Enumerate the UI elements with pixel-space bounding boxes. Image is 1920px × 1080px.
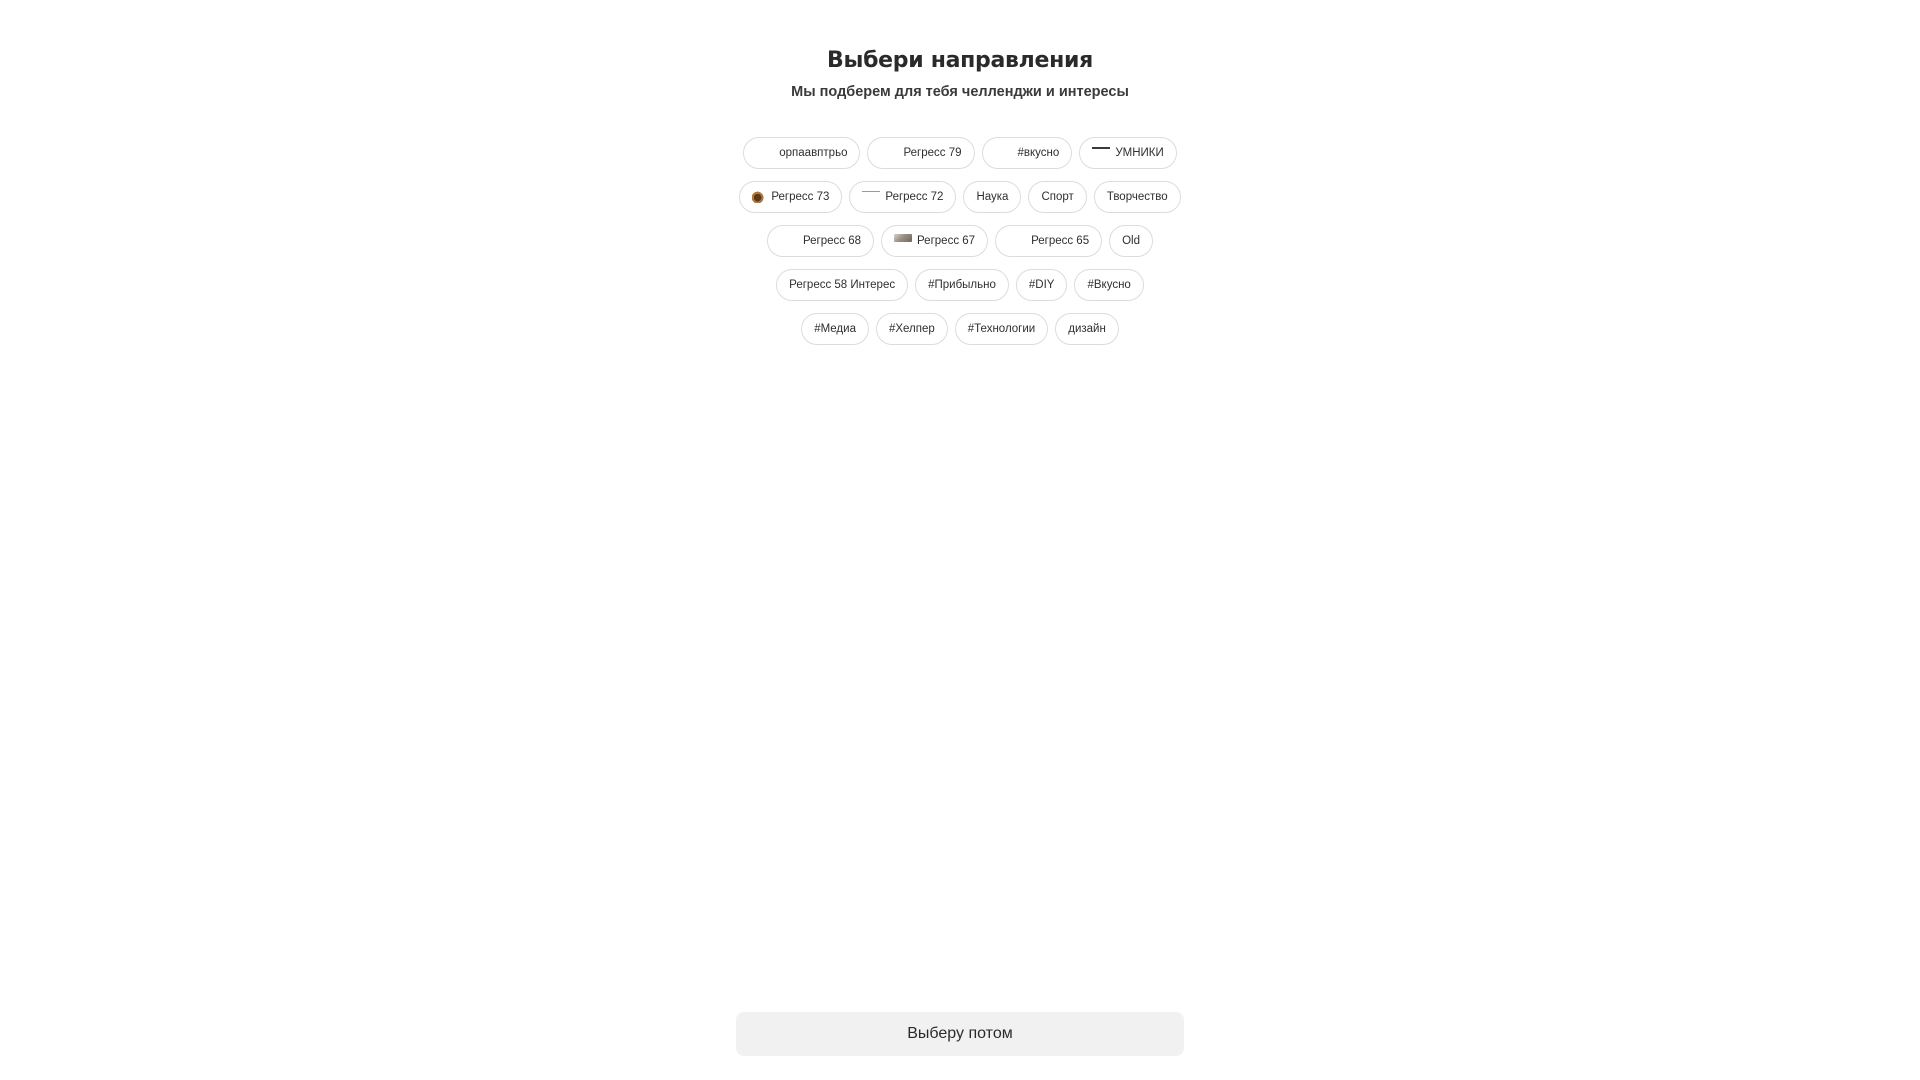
interest-chip-label: Регресс 65 <box>1031 235 1090 247</box>
interest-chip-label: Регресс 79 <box>903 147 962 159</box>
interest-chip[interactable]: дизайн <box>1055 313 1119 345</box>
interest-chip[interactable]: #вкусно <box>981 137 1073 169</box>
photo-thumbnail-icon <box>894 234 913 242</box>
chip-row: Регресс 68 Регресс 67 Регресс 65 Old <box>0 225 1920 257</box>
interest-chip[interactable]: УМНИКИ <box>1079 137 1177 169</box>
interest-chip-label: Регресс 73 <box>771 191 830 203</box>
interest-chip[interactable]: Регресс 79 <box>867 137 975 169</box>
blank-thumbnail-icon <box>1008 235 1026 247</box>
interest-chips: орпаавптрьо Регресс 79 #вкусно УМНИКИ Регрес… <box>0 137 1920 357</box>
squirrel-thumbnail-icon <box>752 191 767 203</box>
blank-thumbnail-icon <box>780 235 798 247</box>
interest-chip[interactable]: Творчество <box>1093 181 1181 213</box>
interest-chip-label: #Хелпер <box>888 323 935 335</box>
interest-chip[interactable]: Регресс 58 Интерес <box>776 269 909 301</box>
interest-chip[interactable]: #Хелпер <box>875 313 948 345</box>
interest-chip-label: дизайн <box>1068 323 1106 335</box>
interest-chip[interactable]: #Медиа <box>801 313 869 345</box>
header: Выбери направления Мы подберем для тебя … <box>0 46 1920 102</box>
line-thumbnail-icon <box>862 191 881 203</box>
page-title: Выбери направления <box>827 48 1093 73</box>
interest-chip-label: #вкусно <box>1017 147 1060 159</box>
interest-chip-label: УМНИКИ <box>1115 147 1164 159</box>
interest-chip[interactable]: Регресс 68 <box>766 225 875 257</box>
interest-chip-label: Наука <box>976 191 1009 203</box>
interest-chip-label: Регресс 67 <box>917 235 976 247</box>
interest-chip-label: орпаавптрьо <box>779 147 848 159</box>
blank-thumbnail-icon <box>756 147 774 159</box>
interest-chip-label: #Медиа <box>814 323 856 335</box>
interest-chip[interactable]: Регресс 72 <box>849 181 957 213</box>
interest-chip[interactable]: #Прибыльно <box>915 269 1009 301</box>
chip-row: Регресс 73 Регресс 72 Наука Спорт Творчество <box>0 181 1920 213</box>
interest-chip-label: #DIY <box>1028 279 1055 291</box>
interest-chip-label: Регресс 72 <box>885 191 944 203</box>
blank-thumbnail-icon <box>880 147 898 159</box>
chip-row: #Медиа #Хелпер #Технологии дизайн <box>0 313 1920 345</box>
interest-chip[interactable]: Спорт <box>1028 181 1087 213</box>
interest-chip-label: #Прибыльно <box>928 279 996 291</box>
page-subtitle: Мы подберем для тебя челленджи и интерес… <box>791 84 1129 100</box>
interest-chip-label: Творчество <box>1106 191 1168 203</box>
interest-chip-label: Регресс 68 <box>802 235 862 247</box>
chip-row: Регресс 58 Интерес #Прибыльно #DIY #Вкусно <box>0 269 1920 301</box>
interest-chip-label: #Вкусно <box>1087 279 1131 291</box>
interest-chip[interactable]: орпаавптрьо <box>743 137 861 169</box>
interest-chip[interactable]: Регресс 67 <box>881 225 989 257</box>
interest-chip[interactable]: #DIY <box>1015 269 1068 301</box>
interest-chip-label: #Технологии <box>967 323 1036 335</box>
blank-thumbnail-icon <box>995 147 1013 159</box>
interest-chip[interactable]: Регресс 65 <box>995 225 1103 257</box>
line-thumbnail-icon <box>1092 147 1111 159</box>
chip-row: орпаавптрьо Регресс 79 #вкусно УМНИКИ <box>0 137 1920 169</box>
interest-chip-label: Old <box>1122 235 1141 247</box>
choose-later-button[interactable]: Выберу потом <box>736 1012 1184 1056</box>
interest-chip[interactable]: #Технологии <box>954 313 1049 345</box>
interests-page: Выбери направления Мы подберем для тебя … <box>0 0 1920 1080</box>
interest-chip-label: Регресс 58 Интерес <box>789 279 896 291</box>
interest-chip[interactable]: #Вкусно <box>1074 269 1144 301</box>
interest-chip[interactable]: Old <box>1109 225 1154 257</box>
interest-chip[interactable]: Регресс 73 <box>739 181 843 213</box>
interest-chip-label: Спорт <box>1041 191 1074 203</box>
interest-chip[interactable]: Наука <box>963 181 1022 213</box>
